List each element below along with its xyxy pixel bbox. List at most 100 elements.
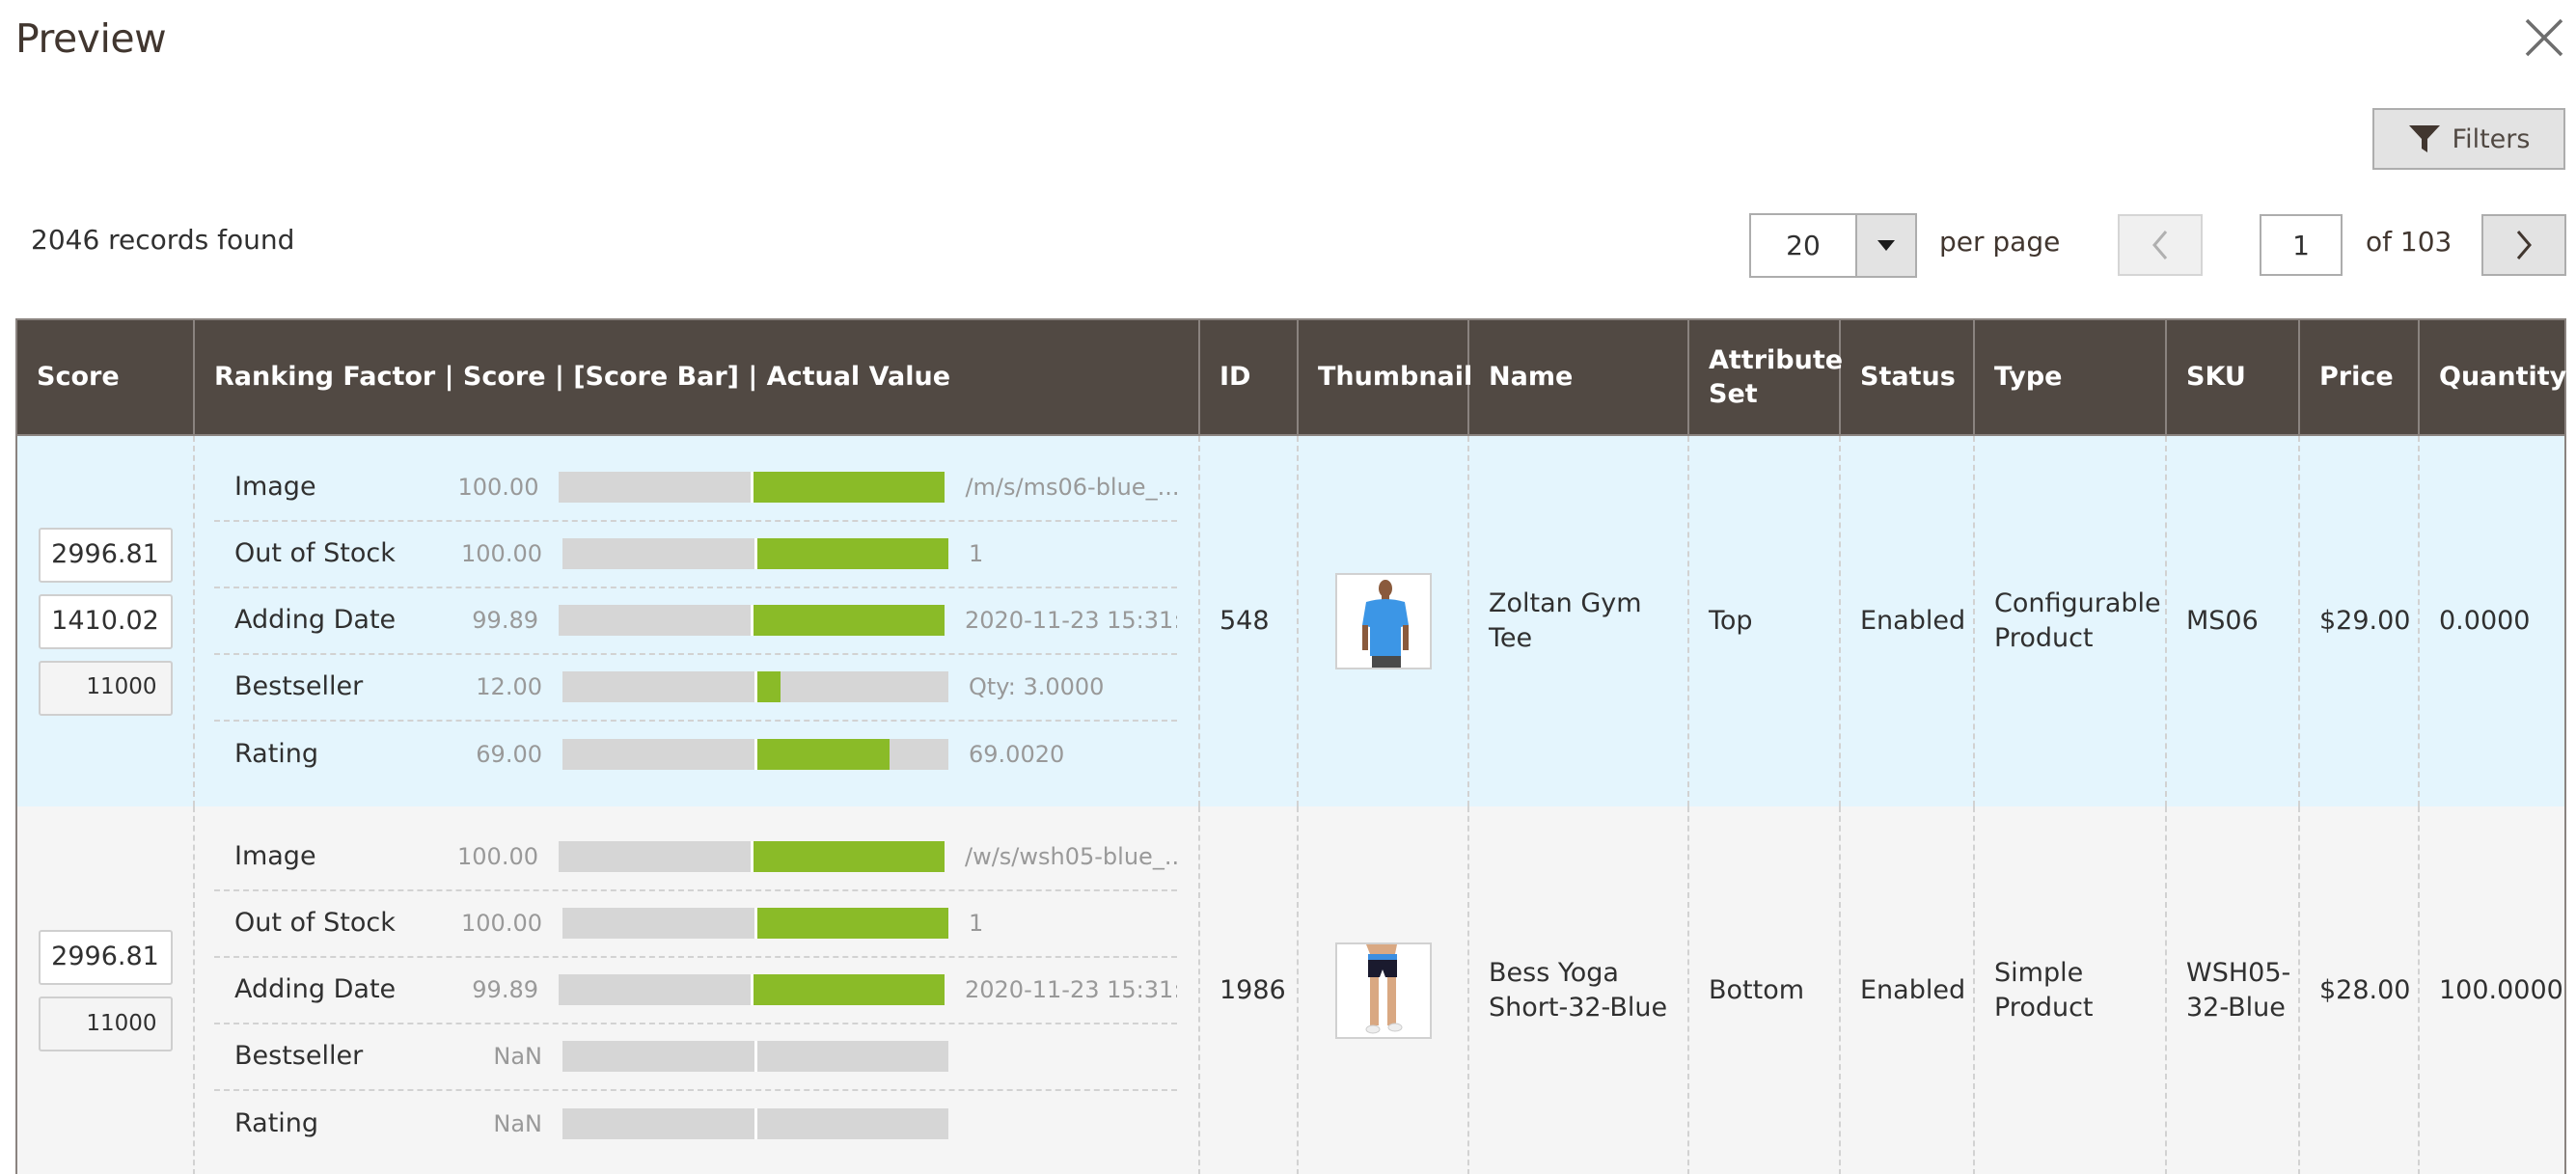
factor-name: Out of Stock (234, 537, 396, 568)
weight-input[interactable]: 11000 (38, 660, 173, 716)
factor-actual-value: 69.0020 (969, 740, 1065, 768)
score-cell: 2996.81 11000 (17, 806, 195, 1174)
ranking-cell: Image 100.00/w/s/wsh05-blue_... Out of Sto… (195, 806, 1200, 1174)
ranking-factor-row: Image 100.00/w/s/wsh05-blue_... (214, 825, 1177, 891)
factor-name: Adding Date (234, 604, 397, 635)
per-page-value[interactable]: 20 (1749, 213, 1855, 278)
score-bar-positive-track (754, 605, 945, 636)
factor-name: Bestseller (234, 670, 364, 701)
score-bar-negative-track (562, 671, 754, 702)
factor-actual-value: 2020-11-23 15:31:... (965, 975, 1177, 1003)
column-header-type[interactable]: Type (1975, 320, 2167, 434)
column-header-score[interactable]: Score (17, 320, 195, 434)
status-cell: Enabled (1841, 806, 1975, 1174)
factor-name: Image (234, 471, 316, 502)
score-bar-negative-track (562, 908, 754, 939)
name-cell: Bess Yoga Short-32-Blue (1469, 806, 1689, 1174)
score-bar-negative-track (559, 974, 751, 1005)
quantity-cell: 100.0000 (2439, 974, 2563, 1005)
factor-score: 100.00 (457, 842, 538, 870)
factor-name: Adding Date (234, 973, 397, 1004)
column-header-status[interactable]: Status (1841, 320, 1975, 434)
filters-button[interactable]: Filters (2372, 108, 2565, 170)
factor-score: 12.00 (476, 672, 542, 700)
column-header-id[interactable]: ID (1200, 320, 1299, 434)
table-row: 2996.81 1410.02 11000 Image 100.00/m/s/ms… (17, 436, 2564, 806)
score-bar-positive-track (757, 538, 948, 569)
factor-score: 100.00 (457, 473, 539, 501)
score-bar (562, 1041, 948, 1072)
product-thumbnail[interactable] (1335, 573, 1432, 669)
id-cell: 548 (1200, 436, 1299, 806)
chevron-left-icon (2152, 231, 2168, 259)
product-thumbnail[interactable] (1335, 942, 1432, 1039)
per-page-label: per page (1939, 226, 2061, 258)
score-input[interactable]: 2996.81 (38, 527, 173, 583)
ranking-factor-row: Adding Date 99.89 2020-11-23 15:31:... (214, 958, 1177, 1024)
factor-name: Rating (234, 738, 319, 769)
attribute-set-cell: Bottom (1689, 806, 1841, 1174)
score-bar-positive-track (757, 671, 948, 702)
thumbnail-cell (1299, 806, 1469, 1174)
column-header-attribute-set[interactable]: Attribute Set (1689, 320, 1843, 434)
thumbnail-cell (1299, 436, 1469, 806)
score-bar (559, 605, 945, 636)
score-input[interactable]: 2996.81 (38, 930, 173, 985)
score-bar (562, 538, 948, 569)
factor-score: 100.00 (461, 909, 542, 937)
column-header-quantity[interactable]: Quantity (2420, 320, 2566, 434)
column-header-ranking[interactable]: Ranking Factor | Score | [Score Bar] | A… (195, 320, 1200, 434)
score-bar-positive-track (757, 1108, 948, 1139)
factor-score: 69.00 (476, 740, 542, 768)
score-bar-positive-track (754, 974, 945, 1005)
next-page-button[interactable] (2481, 214, 2566, 276)
caret-down-icon (1877, 240, 1895, 251)
table-row: 2996.81 11000 Image 100.00/w/s/wsh05-blue… (17, 806, 2564, 1174)
total-pages-label: of 103 (2366, 226, 2453, 258)
score-bar-negative-track (559, 605, 751, 636)
score-bar-positive-track (754, 841, 945, 872)
factor-name: Out of Stock (234, 907, 396, 938)
column-header-sku[interactable]: SKU (2167, 320, 2300, 434)
factor-actual-value: 1 (969, 909, 984, 937)
column-header-price[interactable]: Price (2300, 320, 2420, 434)
ranking-cell: Image 100.00/m/s/ms06-blue_... Out of Stoc… (195, 436, 1200, 806)
factor-score: 100.00 (461, 539, 542, 567)
score-bar-fill (754, 841, 945, 872)
factor-score: 99.89 (472, 606, 538, 634)
page-title: Preview (15, 15, 167, 62)
score-bar-negative-track (562, 739, 754, 770)
score-bar (562, 1108, 948, 1139)
score-input[interactable]: 1410.02 (38, 593, 173, 649)
score-bar-fill (754, 605, 945, 636)
grid-header: Score Ranking Factor | Score | [Score Ba… (17, 320, 2566, 436)
page-number-input[interactable]: 1 (2260, 214, 2343, 276)
ranking-factor-row: Image 100.00/m/s/ms06-blue_... (214, 455, 1177, 522)
score-bar-positive-track (757, 908, 948, 939)
per-page-dropdown-button[interactable] (1855, 213, 1917, 278)
price-cell: $28.00 (2300, 806, 2420, 1174)
score-bar (559, 974, 945, 1005)
close-button[interactable] (2520, 14, 2568, 62)
per-page-select[interactable]: 20 (1749, 213, 1917, 278)
ranking-factor-row: Rating 69.00 69.0020 (214, 722, 1177, 788)
score-bar (562, 908, 948, 939)
ranking-factor-row: Out of Stock 100.00 1 (214, 891, 1177, 958)
ranking-factor-row: Bestseller NaN (214, 1024, 1177, 1091)
score-bar-fill (757, 671, 781, 702)
score-cell: 2996.81 1410.02 11000 (17, 436, 195, 806)
weight-input[interactable]: 11000 (38, 997, 173, 1051)
chevron-right-icon (2516, 231, 2532, 259)
column-header-name[interactable]: Name (1469, 320, 1689, 434)
column-header-thumbnail[interactable]: Thumbnail (1299, 320, 1472, 434)
factor-actual-value: 1 (969, 539, 984, 567)
score-bar-negative-track (562, 1041, 754, 1072)
score-bar-positive-track (754, 472, 945, 503)
filters-label: Filters (2452, 123, 2531, 154)
type-cell: Configurable Product (1975, 436, 2167, 806)
score-bar-negative-track (562, 1108, 754, 1139)
score-bar-negative-track (562, 538, 754, 569)
close-icon (2525, 18, 2563, 57)
factor-name: Bestseller (234, 1040, 364, 1071)
previous-page-button[interactable] (2118, 214, 2203, 276)
